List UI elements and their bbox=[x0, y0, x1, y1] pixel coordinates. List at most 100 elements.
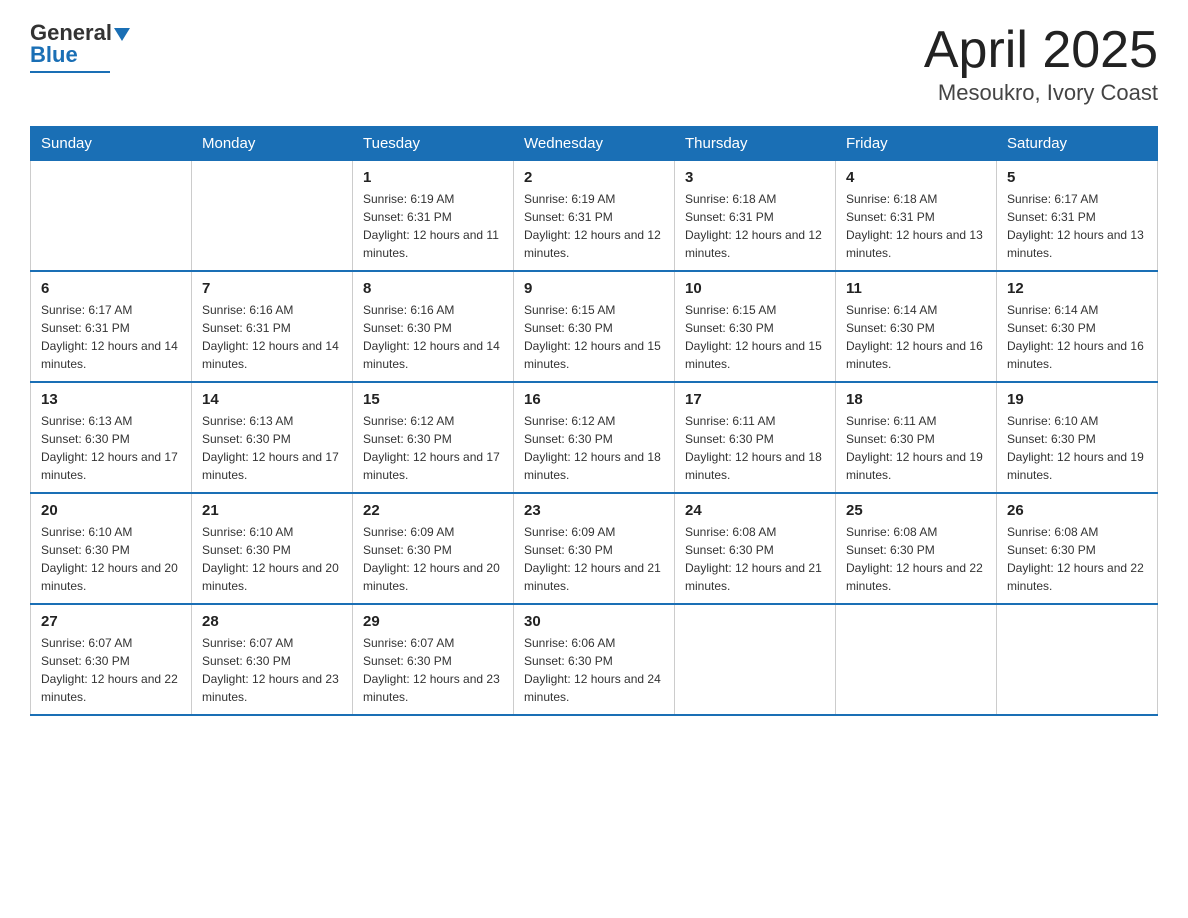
calendar-cell: 13 Sunrise: 6:13 AMSunset: 6:30 PMDayligh… bbox=[31, 382, 192, 493]
day-number: 13 bbox=[41, 391, 181, 408]
day-info: Sunrise: 6:09 AMSunset: 6:30 PMDaylight:… bbox=[363, 523, 503, 595]
day-info: Sunrise: 6:07 AMSunset: 6:30 PMDaylight:… bbox=[363, 634, 503, 706]
day-info: Sunrise: 6:10 AMSunset: 6:30 PMDaylight:… bbox=[41, 523, 181, 595]
day-number: 25 bbox=[846, 502, 986, 519]
day-number: 14 bbox=[202, 391, 342, 408]
page-header: General Blue April 2025 Mesoukro, Ivory … bbox=[30, 20, 1158, 106]
calendar-cell bbox=[31, 161, 192, 272]
calendar-cell: 28 Sunrise: 6:07 AMSunset: 6:30 PMDayligh… bbox=[192, 604, 353, 715]
day-number: 28 bbox=[202, 613, 342, 630]
calendar-header-row: SundayMondayTuesdayWednesdayThursdayFrid… bbox=[31, 127, 1158, 161]
calendar-title: April 2025 bbox=[924, 20, 1158, 80]
calendar-cell: 20 Sunrise: 6:10 AMSunset: 6:30 PMDayligh… bbox=[31, 493, 192, 604]
week-row-3: 13 Sunrise: 6:13 AMSunset: 6:30 PMDayligh… bbox=[31, 382, 1158, 493]
day-info: Sunrise: 6:08 AMSunset: 6:30 PMDaylight:… bbox=[1007, 523, 1147, 595]
calendar-cell: 21 Sunrise: 6:10 AMSunset: 6:30 PMDayligh… bbox=[192, 493, 353, 604]
day-number: 8 bbox=[363, 280, 503, 297]
day-number: 7 bbox=[202, 280, 342, 297]
day-info: Sunrise: 6:16 AMSunset: 6:30 PMDaylight:… bbox=[363, 301, 503, 373]
day-info: Sunrise: 6:11 AMSunset: 6:30 PMDaylight:… bbox=[685, 412, 825, 484]
day-info: Sunrise: 6:12 AMSunset: 6:30 PMDaylight:… bbox=[524, 412, 664, 484]
logo-blue-label: Blue bbox=[30, 42, 78, 68]
calendar-cell: 3Sunrise: 6:18 AMSunset: 6:31 PMDaylight… bbox=[675, 161, 836, 272]
header-tuesday: Tuesday bbox=[353, 127, 514, 161]
calendar-cell: 12 Sunrise: 6:14 AMSunset: 6:30 PMDayligh… bbox=[997, 271, 1158, 382]
calendar-cell: 4Sunrise: 6:18 AMSunset: 6:31 PMDaylight… bbox=[836, 161, 997, 272]
day-info: Sunrise: 6:06 AMSunset: 6:30 PMDaylight:… bbox=[524, 634, 664, 706]
calendar-cell: 19 Sunrise: 6:10 AMSunset: 6:30 PMDayligh… bbox=[997, 382, 1158, 493]
calendar-cell: 11 Sunrise: 6:14 AMSunset: 6:30 PMDayligh… bbox=[836, 271, 997, 382]
day-info: Sunrise: 6:13 AMSunset: 6:30 PMDaylight:… bbox=[202, 412, 342, 484]
calendar-cell: 5Sunrise: 6:17 AMSunset: 6:31 PMDaylight… bbox=[997, 161, 1158, 272]
calendar-cell: 18Sunrise: 6:11 AMSunset: 6:30 PMDayligh… bbox=[836, 382, 997, 493]
calendar-cell bbox=[675, 604, 836, 715]
header-monday: Monday bbox=[192, 127, 353, 161]
day-number: 15 bbox=[363, 391, 503, 408]
day-number: 29 bbox=[363, 613, 503, 630]
day-number: 24 bbox=[685, 502, 825, 519]
week-row-2: 6Sunrise: 6:17 AMSunset: 6:31 PMDaylight… bbox=[31, 271, 1158, 382]
day-number: 11 bbox=[846, 280, 986, 297]
day-info: Sunrise: 6:14 AMSunset: 6:30 PMDaylight:… bbox=[846, 301, 986, 373]
logo: General Blue bbox=[30, 20, 130, 73]
calendar-cell: 24 Sunrise: 6:08 AMSunset: 6:30 PMDayligh… bbox=[675, 493, 836, 604]
calendar-table: SundayMondayTuesdayWednesdayThursdayFrid… bbox=[30, 126, 1158, 716]
calendar-cell: 14 Sunrise: 6:13 AMSunset: 6:30 PMDayligh… bbox=[192, 382, 353, 493]
header-sunday: Sunday bbox=[31, 127, 192, 161]
day-number: 21 bbox=[202, 502, 342, 519]
calendar-cell: 30 Sunrise: 6:06 AMSunset: 6:30 PMDayligh… bbox=[514, 604, 675, 715]
day-info: Sunrise: 6:14 AMSunset: 6:30 PMDaylight:… bbox=[1007, 301, 1147, 373]
calendar-cell: 26 Sunrise: 6:08 AMSunset: 6:30 PMDayligh… bbox=[997, 493, 1158, 604]
day-info: Sunrise: 6:15 AMSunset: 6:30 PMDaylight:… bbox=[524, 301, 664, 373]
calendar-cell: 25 Sunrise: 6:08 AMSunset: 6:30 PMDayligh… bbox=[836, 493, 997, 604]
calendar-cell: 6Sunrise: 6:17 AMSunset: 6:31 PMDaylight… bbox=[31, 271, 192, 382]
day-number: 9 bbox=[524, 280, 664, 297]
calendar-cell: 17Sunrise: 6:11 AMSunset: 6:30 PMDayligh… bbox=[675, 382, 836, 493]
day-info: Sunrise: 6:09 AMSunset: 6:30 PMDaylight:… bbox=[524, 523, 664, 595]
week-row-5: 27 Sunrise: 6:07 AMSunset: 6:30 PMDayligh… bbox=[31, 604, 1158, 715]
calendar-cell: 8 Sunrise: 6:16 AMSunset: 6:30 PMDaylight… bbox=[353, 271, 514, 382]
day-number: 20 bbox=[41, 502, 181, 519]
calendar-cell: 2Sunrise: 6:19 AMSunset: 6:31 PMDaylight… bbox=[514, 161, 675, 272]
header-saturday: Saturday bbox=[997, 127, 1158, 161]
day-info: Sunrise: 6:07 AMSunset: 6:30 PMDaylight:… bbox=[41, 634, 181, 706]
calendar-cell: 9 Sunrise: 6:15 AMSunset: 6:30 PMDaylight… bbox=[514, 271, 675, 382]
calendar-cell: 16 Sunrise: 6:12 AMSunset: 6:30 PMDayligh… bbox=[514, 382, 675, 493]
day-info: Sunrise: 6:15 AMSunset: 6:30 PMDaylight:… bbox=[685, 301, 825, 373]
day-info: Sunrise: 6:08 AMSunset: 6:30 PMDaylight:… bbox=[685, 523, 825, 595]
day-info: Sunrise: 6:13 AMSunset: 6:30 PMDaylight:… bbox=[41, 412, 181, 484]
day-info: Sunrise: 6:10 AMSunset: 6:30 PMDaylight:… bbox=[1007, 412, 1147, 484]
day-number: 10 bbox=[685, 280, 825, 297]
calendar-cell: 10 Sunrise: 6:15 AMSunset: 6:30 PMDayligh… bbox=[675, 271, 836, 382]
day-info: Sunrise: 6:11 AMSunset: 6:30 PMDaylight:… bbox=[846, 412, 986, 484]
day-number: 30 bbox=[524, 613, 664, 630]
calendar-cell bbox=[192, 161, 353, 272]
header-thursday: Thursday bbox=[675, 127, 836, 161]
day-info: Sunrise: 6:17 AMSunset: 6:31 PMDaylight:… bbox=[41, 301, 181, 373]
day-number: 5 bbox=[1007, 169, 1147, 186]
calendar-cell bbox=[836, 604, 997, 715]
day-number: 12 bbox=[1007, 280, 1147, 297]
day-number: 22 bbox=[363, 502, 503, 519]
calendar-cell: 7Sunrise: 6:16 AMSunset: 6:31 PMDaylight… bbox=[192, 271, 353, 382]
day-number: 4 bbox=[846, 169, 986, 186]
title-block: April 2025 Mesoukro, Ivory Coast bbox=[924, 20, 1158, 106]
header-friday: Friday bbox=[836, 127, 997, 161]
calendar-subtitle: Mesoukro, Ivory Coast bbox=[924, 80, 1158, 106]
calendar-cell: 29 Sunrise: 6:07 AMSunset: 6:30 PMDayligh… bbox=[353, 604, 514, 715]
day-info: Sunrise: 6:10 AMSunset: 6:30 PMDaylight:… bbox=[202, 523, 342, 595]
day-number: 1 bbox=[363, 169, 503, 186]
calendar-cell: 27 Sunrise: 6:07 AMSunset: 6:30 PMDayligh… bbox=[31, 604, 192, 715]
day-info: Sunrise: 6:08 AMSunset: 6:30 PMDaylight:… bbox=[846, 523, 986, 595]
day-number: 27 bbox=[41, 613, 181, 630]
day-info: Sunrise: 6:07 AMSunset: 6:30 PMDaylight:… bbox=[202, 634, 342, 706]
day-info: Sunrise: 6:12 AMSunset: 6:30 PMDaylight:… bbox=[363, 412, 503, 484]
logo-divider bbox=[30, 71, 110, 73]
day-number: 3 bbox=[685, 169, 825, 186]
week-row-1: 1 Sunrise: 6:19 AMSunset: 6:31 PMDaylight… bbox=[31, 161, 1158, 272]
logo-triangle-icon bbox=[114, 28, 130, 41]
day-number: 19 bbox=[1007, 391, 1147, 408]
day-info: Sunrise: 6:19 AMSunset: 6:31 PMDaylight:… bbox=[363, 190, 503, 262]
day-number: 26 bbox=[1007, 502, 1147, 519]
day-number: 16 bbox=[524, 391, 664, 408]
